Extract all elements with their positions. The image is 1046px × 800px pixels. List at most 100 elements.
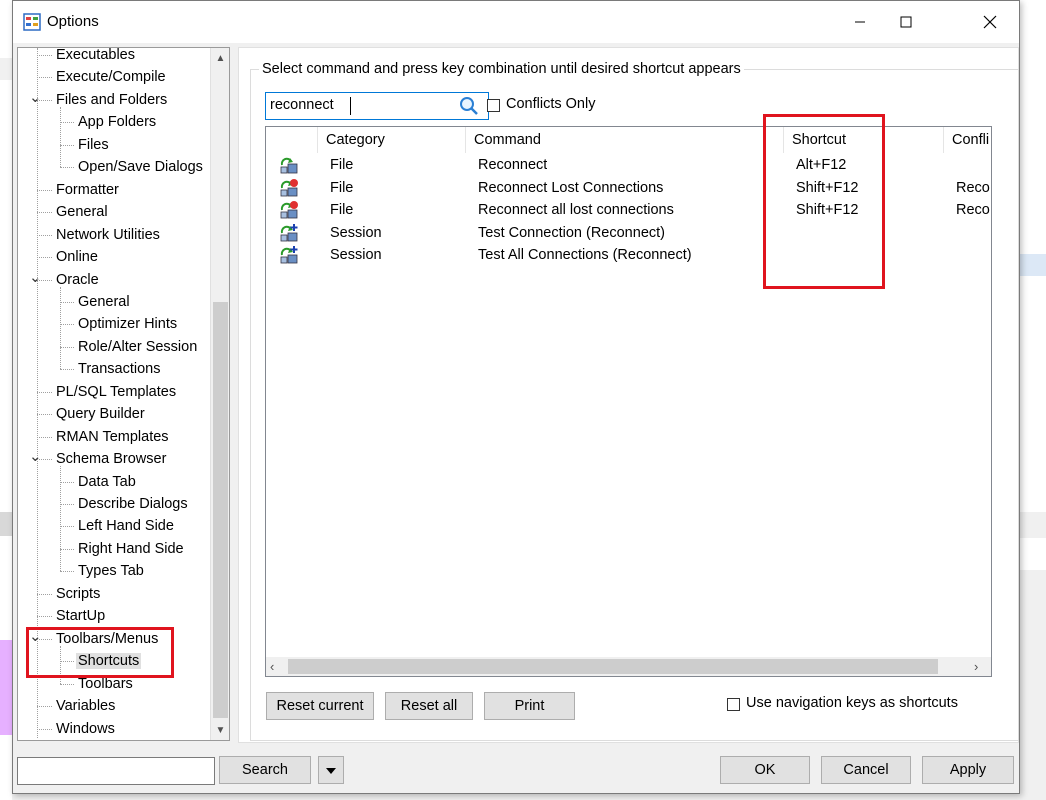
tree-item-network-utilities[interactable]: Network Utilities — [54, 224, 162, 246]
cancel-button[interactable]: Cancel — [821, 756, 911, 784]
background-app-left-edge — [0, 0, 12, 800]
category-cell: File — [330, 157, 354, 173]
background-toolbar — [0, 58, 12, 80]
minimize-icon — [855, 21, 865, 23]
tree-item-label: Role/Alter Session — [78, 338, 198, 355]
chevron-down-icon[interactable]: ⌄ — [29, 449, 42, 464]
conflict-cell — [956, 222, 991, 244]
tree-connector-line — [60, 369, 74, 371]
search-button[interactable]: Search — [219, 756, 311, 784]
command-column-header[interactable]: Command — [466, 127, 784, 153]
tree-item-label: General — [78, 293, 130, 310]
reset-current-button[interactable]: Reset current — [266, 692, 374, 720]
tree-item-transactions[interactable]: Transactions — [76, 358, 162, 380]
tree-guide-line — [60, 106, 61, 168]
command-cell: Test Connection (Reconnect) — [478, 224, 665, 241]
tree-item-online[interactable]: Online — [54, 246, 100, 268]
conflicts-only-checkbox[interactable] — [487, 99, 500, 112]
apply-button[interactable]: Apply — [922, 756, 1014, 784]
tree-item-open-save-dialogs[interactable]: Open/Save Dialogs — [76, 156, 205, 178]
tree-item-describe-dialogs[interactable]: Describe Dialogs — [76, 493, 190, 515]
tree-item-app-folders[interactable]: App Folders — [76, 111, 158, 133]
icon-column-header[interactable] — [266, 127, 318, 153]
search-dropdown-button[interactable] — [318, 756, 344, 784]
scroll-left-arrow-icon[interactable]: ‹ — [270, 657, 284, 676]
tree-item-pl-sql-templates[interactable]: PL/SQL Templates — [54, 381, 178, 403]
tree-item-types-tab[interactable]: Types Tab — [76, 560, 146, 582]
tree-connector-line — [60, 526, 74, 528]
scroll-down-arrow-icon[interactable]: ▼ — [211, 722, 229, 740]
background-divider — [1020, 512, 1046, 538]
tree-item-label: Network Utilities — [56, 226, 160, 243]
tree-item-startup[interactable]: StartUp — [54, 605, 107, 627]
navigation-keys-checkbox[interactable] — [727, 698, 740, 711]
options-search-input[interactable] — [17, 757, 215, 785]
category-cell: Session — [330, 247, 382, 264]
tree-item-label: Transactions — [78, 361, 161, 378]
tree-connector-line — [60, 481, 74, 483]
tree-item-label: Optimizer Hints — [78, 316, 178, 333]
tree-guide-line — [60, 286, 61, 370]
tree-item-executables[interactable]: Executables — [54, 48, 137, 66]
tree-item-general[interactable]: General — [76, 291, 132, 313]
tree-item-query-builder[interactable]: Query Builder — [54, 403, 147, 425]
minimize-button[interactable] — [837, 1, 883, 43]
tree-item-label: RMAN Templates — [56, 428, 169, 445]
search-icon[interactable] — [458, 95, 480, 117]
test-connection-icon — [278, 245, 300, 265]
tree-item-left-hand-side[interactable]: Left Hand Side — [76, 515, 176, 537]
command-search-value: reconnect — [270, 97, 334, 113]
maximize-icon — [900, 16, 912, 28]
tree-item-general[interactable]: General — [54, 201, 110, 223]
tree-vertical-scrollbar[interactable]: ▲ ▼ — [210, 48, 229, 740]
conflicts-column-header[interactable]: Confli — [944, 127, 991, 153]
tree-item-schema-browser[interactable]: Schema Browser — [54, 448, 168, 470]
tree-item-execute-compile[interactable]: Execute/Compile — [54, 66, 168, 88]
category-column-header[interactable]: Category — [318, 127, 466, 153]
chevron-down-icon[interactable]: ⌄ — [29, 270, 42, 285]
tree-item-files[interactable]: Files — [76, 134, 111, 156]
maximize-button[interactable] — [883, 1, 929, 43]
options-dialog: Options Executables Execute/Compile Files … — [12, 0, 1020, 794]
scroll-up-arrow-icon[interactable]: ▲ — [211, 50, 229, 68]
tree-item-formatter[interactable]: Formatter — [54, 179, 121, 201]
reconnect-lost-icon — [278, 200, 300, 220]
tree-item-oracle[interactable]: Oracle — [54, 269, 101, 291]
title-bar: Options — [13, 1, 1019, 43]
tree-item-files-and-folders[interactable]: Files and Folders — [54, 89, 169, 111]
tree-item-label: App Folders — [78, 114, 157, 131]
print-button[interactable]: Print — [484, 692, 575, 720]
tree-item-windows[interactable]: Windows — [54, 718, 117, 740]
chevron-down-icon[interactable]: ⌄ — [29, 90, 42, 105]
tree-item-right-hand-side[interactable]: Right Hand Side — [76, 538, 186, 560]
tree-item-scripts[interactable]: Scripts — [54, 583, 102, 605]
tree-item-label: Types Tab — [78, 563, 144, 580]
window-title: Options — [47, 13, 99, 30]
scroll-right-arrow-icon[interactable]: › — [974, 657, 988, 676]
background-panel — [0, 640, 12, 735]
background-divider — [0, 512, 12, 536]
tree-item-variables[interactable]: Variables — [54, 695, 117, 717]
tree-item-label: Files — [78, 136, 109, 153]
close-button[interactable] — [967, 1, 1013, 43]
tree-item-optimizer-hints[interactable]: Optimizer Hints — [76, 313, 179, 335]
list-scrollbar-thumb[interactable] — [288, 659, 938, 674]
command-search-input[interactable]: reconnect — [265, 92, 489, 120]
tree-connector-line — [60, 683, 74, 685]
reconnect-lost-icon — [278, 178, 300, 198]
tree-connector-line — [60, 324, 74, 326]
list-horizontal-scrollbar[interactable]: ‹ › — [266, 657, 991, 676]
ok-button[interactable]: OK — [720, 756, 810, 784]
tree-item-data-tab[interactable]: Data Tab — [76, 471, 138, 493]
tree-scrollbar-thumb[interactable] — [213, 302, 228, 718]
tree-item-label: General — [56, 204, 108, 221]
command-cell: Test All Connections (Reconnect) — [478, 247, 692, 264]
tree-item-label: PL/SQL Templates — [56, 383, 177, 400]
tree-item-role-alter-session[interactable]: Role/Alter Session — [76, 336, 199, 358]
toolbars-menus-highlight — [26, 627, 174, 678]
tree-connector-line — [37, 706, 52, 708]
tree-item-label: Windows — [56, 720, 115, 737]
reset-all-button[interactable]: Reset all — [385, 692, 473, 720]
background-selected-row — [1020, 254, 1046, 276]
tree-item-rman-templates[interactable]: RMAN Templates — [54, 426, 171, 448]
